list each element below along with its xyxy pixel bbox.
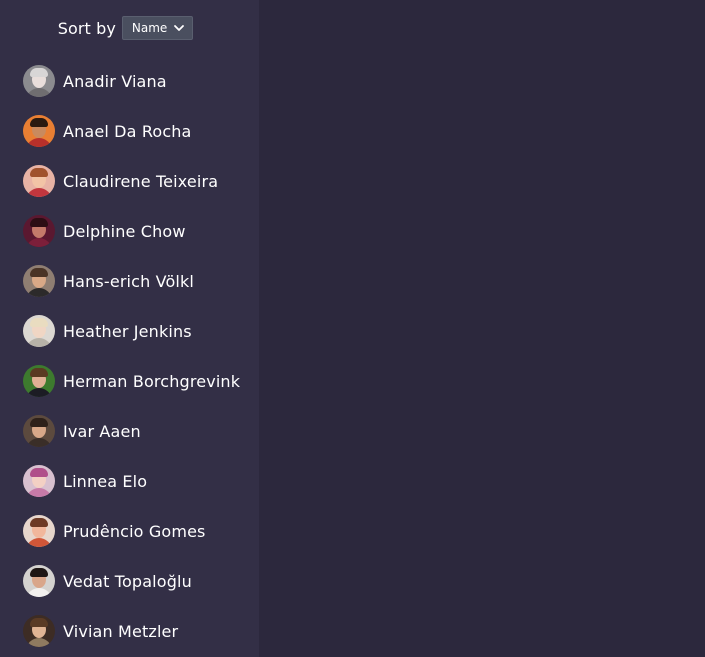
contact-name: Vivian Metzler [63, 621, 179, 641]
sort-dropdown[interactable]: Name [121, 16, 194, 40]
contact-list-item[interactable]: Hans-erich Völkl [0, 256, 259, 306]
avatar [23, 165, 55, 197]
contact-list: Anadir Viana Anael Da Rocha Claudirene Tei… [0, 56, 259, 656]
avatar [23, 65, 55, 97]
avatar [23, 315, 55, 347]
sort-bar: Sort by Name [0, 0, 259, 56]
contact-name: Vedat Topaloğlu [63, 571, 192, 591]
contact-list-item[interactable]: Anael Da Rocha [0, 106, 259, 156]
contact-name: Hans-erich Völkl [63, 271, 195, 291]
contact-list-item[interactable]: Claudirene Teixeira [0, 156, 259, 206]
app-window: Sort by Name Anadir Viana Anael Da Rocha C… [0, 0, 705, 657]
contact-list-item[interactable]: Herman Borchgrevink [0, 356, 259, 406]
contact-list-item[interactable]: Vedat Topaloğlu [0, 556, 259, 606]
avatar [23, 515, 55, 547]
avatar [23, 365, 55, 397]
contact-name: Anadir Viana [63, 71, 167, 91]
contact-list-item[interactable]: Ivar Aaen [0, 406, 259, 456]
contact-name: Prudêncio Gomes [63, 521, 206, 541]
contact-name: Ivar Aaen [63, 421, 141, 441]
contact-list-item[interactable]: Linnea Elo [0, 456, 259, 506]
contact-list-item[interactable]: Vivian Metzler [0, 606, 259, 656]
avatar [23, 115, 55, 147]
contact-name: Claudirene Teixeira [63, 171, 219, 191]
contact-list-item[interactable]: Anadir Viana [0, 56, 259, 106]
avatar [23, 615, 55, 647]
avatar [23, 215, 55, 247]
contacts-sidebar: Sort by Name Anadir Viana Anael Da Rocha C… [0, 0, 259, 657]
contact-name: Anael Da Rocha [63, 121, 192, 141]
sort-label: Sort by [57, 18, 116, 38]
avatar [23, 265, 55, 297]
contact-list-item[interactable]: Delphine Chow [0, 206, 259, 256]
contact-name: Heather Jenkins [63, 321, 192, 341]
avatar [23, 465, 55, 497]
avatar [23, 415, 55, 447]
main-panel [259, 0, 705, 657]
contact-name: Linnea Elo [63, 471, 148, 491]
contact-name: Herman Borchgrevink [63, 371, 241, 391]
contact-name: Delphine Chow [63, 221, 186, 241]
contact-list-item[interactable]: Heather Jenkins [0, 306, 259, 356]
avatar [23, 565, 55, 597]
chevron-down-icon [174, 25, 185, 31]
sort-selected-value: Name [131, 21, 168, 35]
contact-list-item[interactable]: Prudêncio Gomes [0, 506, 259, 556]
